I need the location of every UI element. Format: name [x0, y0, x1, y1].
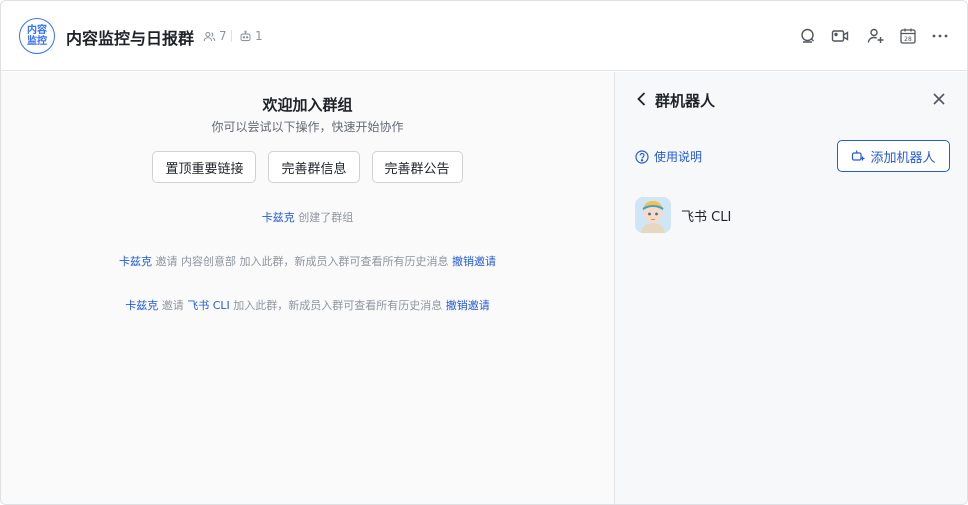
- members-icon: [203, 31, 216, 41]
- system-message: 卡兹克 邀请 飞书 CLI 加入此群，新成员入群可查看所有历史消息 撤销邀请: [1, 297, 614, 313]
- message-verb: 邀请: [155, 255, 178, 268]
- quick-actions: 置顶重要链接 完善群信息 完善群公告: [1, 151, 614, 183]
- meta-divider: [231, 30, 232, 42]
- welcome-title: 欢迎加入群组: [262, 96, 353, 114]
- group-avatar[interactable]: 内容监控: [19, 18, 55, 54]
- chat-header: 内容监控 内容监控与日报群 7 1 28: [1, 1, 967, 71]
- message-text: 加入此群，新成员入群可查看所有历史消息: [233, 299, 443, 312]
- member-count[interactable]: 7: [203, 29, 227, 43]
- group-avatar-text: 内容监控: [27, 25, 47, 47]
- bot-icon: [240, 30, 251, 41]
- add-bot-button[interactable]: 添加机器人: [837, 140, 950, 172]
- welcome-subtitle: 你可以尝试以下操作，快速开始协作: [211, 120, 404, 134]
- revoke-invite-link[interactable]: 撤销邀请: [446, 299, 490, 312]
- target-link[interactable]: 飞书 CLI: [187, 299, 230, 312]
- user-link[interactable]: 卡兹克: [119, 255, 152, 268]
- more-icon[interactable]: [931, 27, 949, 45]
- bot-name: 飞书 CLI: [681, 209, 732, 225]
- bot-avatar: [635, 197, 671, 233]
- member-count-text: 7: [219, 29, 227, 43]
- panel-title: 群机器人: [655, 92, 716, 110]
- bot-list-item[interactable]: 飞书 CLI: [635, 196, 948, 234]
- complete-group-info-button[interactable]: 完善群信息: [268, 151, 360, 183]
- complete-announcement-button[interactable]: 完善群公告: [371, 151, 463, 183]
- bot-count-text: 1: [255, 29, 263, 43]
- add-member-icon[interactable]: [867, 27, 885, 45]
- user-link[interactable]: 卡兹克: [262, 211, 295, 224]
- group-title[interactable]: 内容监控与日报群: [66, 25, 194, 49]
- user-link[interactable]: 卡兹克: [125, 299, 158, 312]
- system-message: 卡兹克 创建了群组: [1, 209, 614, 225]
- system-message: 卡兹克 邀请 内容创意部 加入此群，新成员入群可查看所有历史消息 撤销邀请: [1, 253, 614, 269]
- message-text: 创建了群组: [298, 211, 354, 224]
- bot-count[interactable]: 1: [239, 29, 263, 43]
- close-icon[interactable]: [931, 91, 947, 107]
- video-call-icon[interactable]: [831, 27, 849, 45]
- back-chevron-icon[interactable]: [635, 91, 649, 107]
- calendar-icon[interactable]: 28: [899, 27, 917, 45]
- add-bot-icon: [852, 150, 865, 161]
- message-verb: 邀请: [161, 299, 184, 312]
- pin-link-button[interactable]: 置顶重要链接: [152, 151, 257, 183]
- chat-area: 欢迎加入群组 你可以尝试以下操作，快速开始协作 置顶重要链接 完善群信息 完善群…: [1, 72, 614, 504]
- help-link[interactable]: 使用说明: [635, 148, 702, 165]
- add-bot-label: 添加机器人: [870, 150, 936, 166]
- app-window: 内容监控 内容监控与日报群 7 1 28 欢迎加入群组 你可以尝试以下操作，快速…: [0, 0, 968, 505]
- message-text: 加入此群，新成员入群可查看所有历史消息: [239, 255, 449, 268]
- help-icon: [635, 149, 649, 164]
- search-chat-icon[interactable]: [799, 27, 817, 45]
- calendar-day: 28: [904, 36, 912, 43]
- revoke-invite-link[interactable]: 撤销邀请: [452, 255, 496, 268]
- bots-panel: 群机器人 使用说明 添加机器人 飞书 CLI: [614, 72, 967, 504]
- help-label: 使用说明: [654, 150, 703, 164]
- message-target: 内容创意部: [181, 255, 236, 268]
